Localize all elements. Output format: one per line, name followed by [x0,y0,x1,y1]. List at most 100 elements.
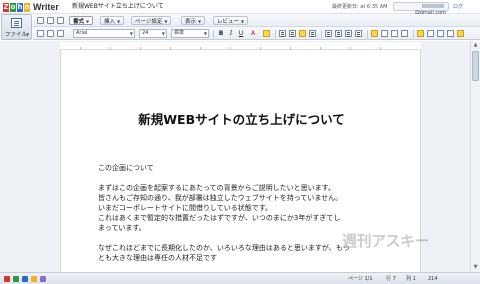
align-center-icon[interactable] [289,30,296,37]
paragraph-line[interactable]: とも大きな理由は専任の人材不足です [98,253,217,263]
insert-image-icon[interactable] [371,30,378,37]
history-icon[interactable] [40,276,46,282]
undo-icon[interactable] [37,30,44,37]
find-replace-icon[interactable] [427,30,434,37]
tab-label: ページ設定 [135,19,163,25]
tab-format[interactable]: 書式 ▼ [69,16,94,25]
paragraph-style-value: 標準 [174,30,185,36]
italic-button[interactable]: I [227,29,235,38]
tab-label: 挿入 [104,19,116,25]
menu-tab-row: 書式 ▼ 挿入 ▼ ページ設定 ▼ 表示 ▼ レビュー ▼ [33,14,480,27]
bulleted-list-icon[interactable] [325,30,332,37]
tab-review[interactable]: レビュー ▼ [213,16,249,25]
tab-label: 表示 [185,19,197,25]
tab-label: 書式 [73,19,85,25]
scrollbar-thumb[interactable] [472,51,479,81]
status-bar: ページ 1/1 行 7 列 1 214 [0,272,480,284]
notes-icon[interactable] [31,276,37,282]
insert-table-icon[interactable] [381,30,388,37]
formatting-toolbar: Arial ▼ 24 ▼ 標準 ▼ B I U A [33,27,480,40]
toolbar-divider [413,30,414,38]
spellcheck-icon[interactable] [417,30,424,37]
logo-letter: o [24,2,30,12]
file-menu-button[interactable]: ファイル ▼ [1,14,32,40]
align-right-icon[interactable] [299,30,306,37]
column-indicator: 列 1 [406,276,416,282]
paragraph-line[interactable]: なぜこれほどまでに長期化したのか、いろいろな理由はあると思いますが、もっ [98,243,350,253]
highlight-icon[interactable] [263,30,270,37]
tab-insert[interactable]: 挿入 ▼ [100,16,125,25]
zoho-apps-icon[interactable] [4,276,10,282]
file-menu-label: ファイル [5,32,28,38]
user-account[interactable]: @gmail.com [393,2,449,16]
clear-format-icon[interactable] [437,30,444,37]
paragraph-line[interactable]: まずはこの企画を起案するにあたっての背景からご説明したいと思います。 [98,183,335,193]
zoho-logo: Z o h o Writer [3,1,59,13]
toolbar-divider [213,30,214,38]
font-color-button[interactable]: A [249,29,257,38]
title-bar: Z o h o Writer 新規WEBサイト立ち上げについて 最終更新日: a… [0,0,480,16]
logo-letter: Z [3,2,9,12]
share-icon[interactable] [447,30,454,37]
insert-link-icon[interactable] [391,30,398,37]
logo-letter: h [17,2,23,12]
save-icon[interactable] [47,17,54,24]
bold-button[interactable]: B [217,29,225,38]
page-indicator: ページ 1/1 [348,276,373,282]
document-icon [11,18,22,28]
export-icon[interactable] [457,30,464,37]
tab-view[interactable]: 表示 ▼ [181,16,206,25]
chevron-down-icon: ▼ [129,31,133,36]
contacts-icon[interactable] [22,276,28,282]
decrease-indent-icon[interactable] [345,30,352,37]
font-family-select[interactable]: Arial ▼ [73,29,135,38]
document-heading[interactable]: 新規WEBサイトの立ち上げについて [61,112,422,128]
tab-page-setup[interactable]: ページ設定 ▼ [131,16,172,25]
toolbar-divider [367,30,368,38]
print-icon[interactable] [57,17,64,24]
watermark: 週刊アスキー [342,232,430,250]
horizontal-ruler [60,42,421,50]
scroll-down-icon[interactable]: ▼ [472,264,479,271]
chevron-down-icon: ▼ [86,19,90,24]
chevron-down-icon: ▼ [198,19,202,24]
tab-label: レビュー [217,19,240,25]
font-size-select[interactable]: 24 ▼ [139,29,167,38]
line-indicator: 行 7 [386,276,396,282]
zoom-level[interactable]: 214 [428,275,438,283]
chat-icon[interactable] [13,276,19,282]
paragraph-line[interactable]: いまだコーポレートサイトに間借りしている状態です。 [98,203,272,213]
underline-button[interactable]: U [237,29,245,38]
new-document-icon[interactable] [37,17,44,24]
numbered-list-icon[interactable] [335,30,342,37]
paragraph-line[interactable]: 皆さんもご存知の通り、我が部署は独立したウェブサイトを持っていません。 [98,193,342,203]
paragraph-line[interactable]: これはあくまで暫定的な措置だったはずですが、いつのまにか3年がすぎてし [98,213,340,223]
increase-indent-icon[interactable] [355,30,362,37]
toolbar-divider [275,30,276,38]
paragraph-line[interactable]: まっています。 [98,223,146,233]
clipboard-icon[interactable] [57,30,64,37]
insert-symbol-icon[interactable] [401,30,408,37]
last-saved-text: 最終更新日: at 6:35 AM [332,4,388,10]
logo-letter: o [10,2,16,12]
chevron-down-icon: ▼ [241,19,245,24]
font-family-value: Arial [76,30,88,36]
redo-icon[interactable] [47,30,54,37]
document-title[interactable]: 新規WEBサイト立ち上げについて [72,2,164,12]
chevron-down-icon: ▼ [203,31,207,36]
align-left-icon[interactable] [279,30,286,37]
chevron-down-icon: ▼ [164,19,168,24]
vertical-scrollbar[interactable]: ▲ ▼ [470,41,480,272]
app-name: Writer [33,2,59,12]
chevron-down-icon: ▼ [117,19,121,24]
scroll-up-icon[interactable]: ▲ [472,42,479,49]
paragraph-style-select[interactable]: 標準 ▼ [171,29,209,38]
toolbar-divider [321,30,322,38]
font-size-value: 24 [142,30,149,36]
chevron-down-icon: ▼ [26,32,30,37]
top-right-link[interactable]: ログ [453,3,463,11]
justify-icon[interactable] [309,30,316,37]
chevron-down-icon: ▼ [161,31,165,36]
paragraph-line[interactable]: この企画について [98,163,154,173]
masked-username [422,3,444,8]
